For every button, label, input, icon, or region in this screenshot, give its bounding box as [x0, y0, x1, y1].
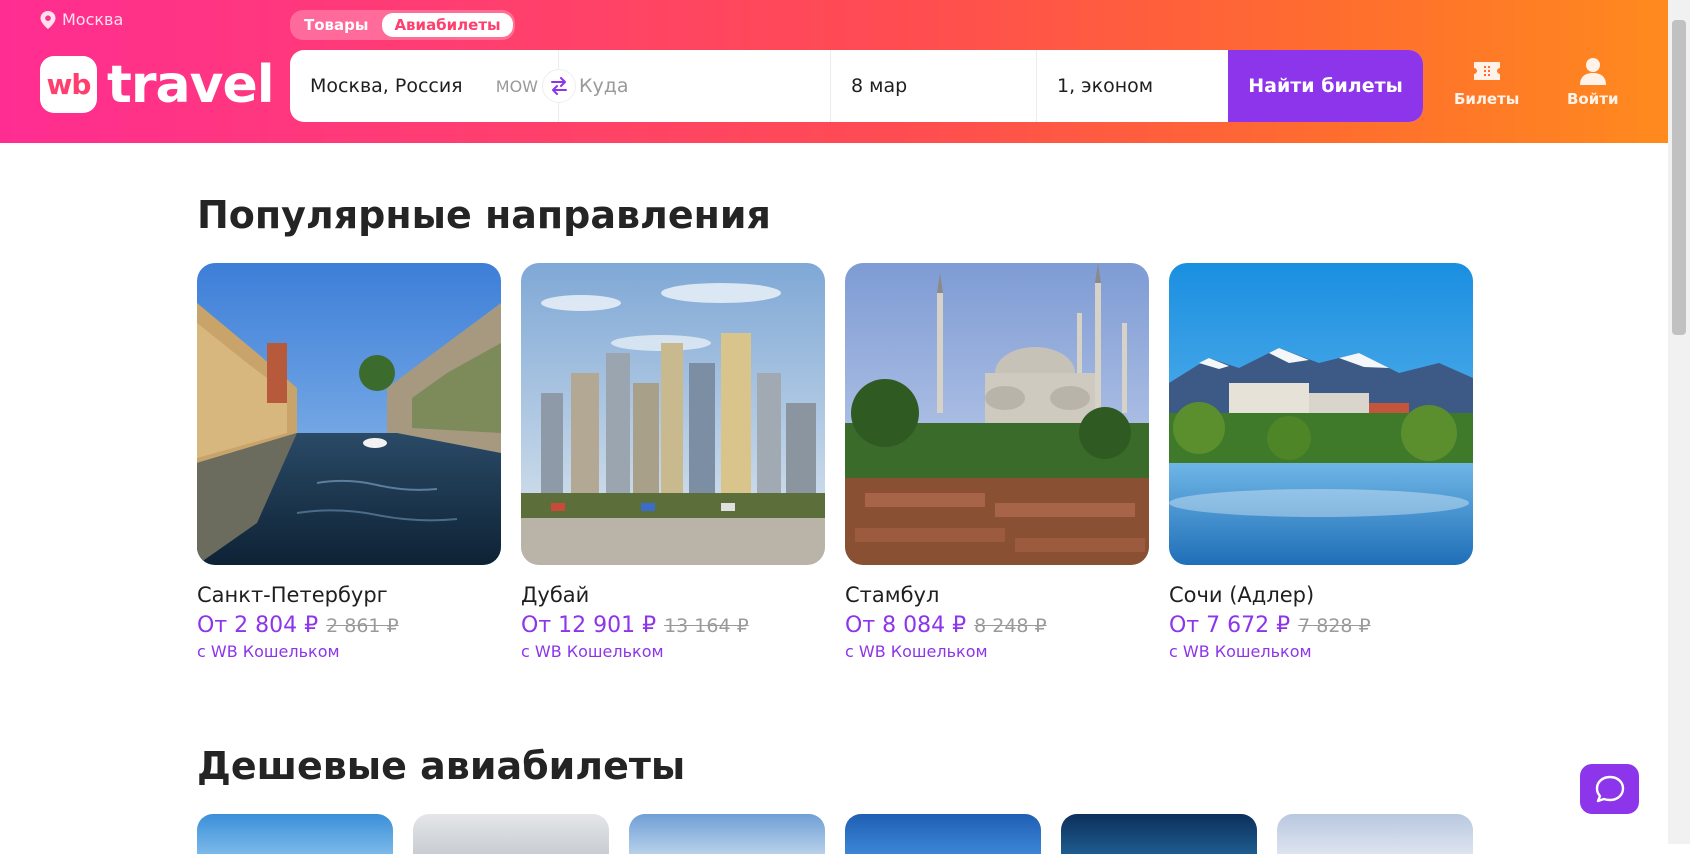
- swap-icon: [551, 77, 567, 95]
- cheap-card[interactable]: [1277, 814, 1473, 854]
- wallet-note: с WB Кошельком: [845, 642, 988, 661]
- passengers-value: 1, эконом: [1057, 75, 1154, 97]
- cheap-card[interactable]: [845, 814, 1041, 854]
- logo-text: travel: [107, 54, 275, 115]
- from-field[interactable]: Москва, Россия MOW: [290, 50, 559, 122]
- destination-city: Стамбул: [845, 583, 940, 607]
- wb-travel-logo[interactable]: wb travel: [40, 54, 275, 115]
- popular-cards: Санкт-Петербург От 2 804 ₽ 2 861 ₽ с WB …: [197, 263, 1473, 661]
- cheap-title: Дешевые авиабилеты: [197, 744, 686, 788]
- header: Москва wb travel Товары Авиабилеты Москв…: [0, 0, 1668, 143]
- from-value: Москва, Россия: [310, 75, 463, 97]
- cheap-card[interactable]: [197, 814, 393, 854]
- chat-button[interactable]: [1580, 764, 1639, 814]
- destination-price: От 2 804 ₽ 2 861 ₽: [197, 613, 501, 638]
- destination-card[interactable]: Дубай От 12 901 ₽ 13 164 ₽ с WB Кошелько…: [521, 263, 825, 661]
- destination-image: [1169, 263, 1473, 565]
- popular-title: Популярные направления: [197, 193, 771, 237]
- date-field[interactable]: 8 мар: [831, 50, 1037, 122]
- nav-tickets-label: Билеты: [1454, 90, 1520, 108]
- destination-city: Сочи (Адлер): [1169, 583, 1315, 607]
- destination-city: Дубай: [521, 583, 590, 607]
- price-current: От 7 672 ₽: [1169, 613, 1291, 638]
- cheap-card[interactable]: [629, 814, 825, 854]
- flight-search-form: Москва, Россия MOW Куда 8 мар 1, эконом …: [290, 50, 1423, 122]
- price-old: 7 828 ₽: [1298, 615, 1371, 637]
- location-pin-icon: [40, 10, 56, 29]
- date-value: 8 мар: [851, 75, 908, 97]
- ticket-icon: [1473, 62, 1500, 80]
- location-selector[interactable]: Москва: [40, 10, 123, 29]
- cheap-card[interactable]: [1061, 814, 1257, 854]
- from-code: MOW: [495, 76, 538, 96]
- price-current: От 12 901 ₽: [521, 613, 657, 638]
- destination-price: От 7 672 ₽ 7 828 ₽: [1169, 613, 1473, 638]
- price-old: 13 164 ₽: [664, 615, 749, 637]
- cheap-cards: [197, 814, 1473, 854]
- price-current: От 2 804 ₽: [197, 613, 319, 638]
- destination-city: Санкт-Петербург: [197, 583, 388, 607]
- wallet-note: с WB Кошельком: [197, 642, 340, 661]
- nav-login-label: Войти: [1567, 90, 1619, 108]
- destination-card[interactable]: Стамбул От 8 084 ₽ 8 248 ₽ с WB Кошелько…: [845, 263, 1149, 661]
- chat-icon: [1595, 775, 1624, 803]
- wallet-note: с WB Кошельком: [1169, 642, 1312, 661]
- destination-price: От 12 901 ₽ 13 164 ₽: [521, 613, 825, 638]
- price-current: От 8 084 ₽: [845, 613, 967, 638]
- cheap-card[interactable]: [413, 814, 609, 854]
- logo-badge: wb: [40, 56, 97, 113]
- to-field[interactable]: Куда: [559, 50, 831, 122]
- destination-card[interactable]: Санкт-Петербург От 2 804 ₽ 2 861 ₽ с WB …: [197, 263, 501, 661]
- price-old: 2 861 ₽: [326, 615, 399, 637]
- destination-image: [845, 263, 1149, 565]
- find-tickets-button[interactable]: Найти билеты: [1228, 50, 1423, 122]
- destination-card[interactable]: Сочи (Адлер) От 7 672 ₽ 7 828 ₽ с WB Кош…: [1169, 263, 1473, 661]
- tab-goods[interactable]: Товары: [292, 13, 380, 37]
- scrollbar-thumb[interactable]: [1672, 20, 1686, 335]
- user-icon: [1579, 58, 1606, 85]
- nav-login[interactable]: Войти: [1567, 56, 1618, 108]
- destination-image: [197, 263, 501, 565]
- nav-tickets[interactable]: Билеты: [1454, 56, 1519, 108]
- wallet-note: с WB Кошельком: [521, 642, 664, 661]
- swap-button[interactable]: [542, 69, 576, 103]
- tab-flights[interactable]: Авиабилеты: [382, 13, 513, 37]
- destination-price: От 8 084 ₽ 8 248 ₽: [845, 613, 1149, 638]
- destination-image: [521, 263, 825, 565]
- location-label: Москва: [62, 10, 124, 29]
- passengers-field[interactable]: 1, эконом: [1037, 50, 1228, 122]
- section-toggle: Товары Авиабилеты: [290, 10, 515, 40]
- price-old: 8 248 ₽: [974, 615, 1047, 637]
- page-scrollbar[interactable]: [1668, 0, 1690, 844]
- to-placeholder: Куда: [579, 75, 629, 97]
